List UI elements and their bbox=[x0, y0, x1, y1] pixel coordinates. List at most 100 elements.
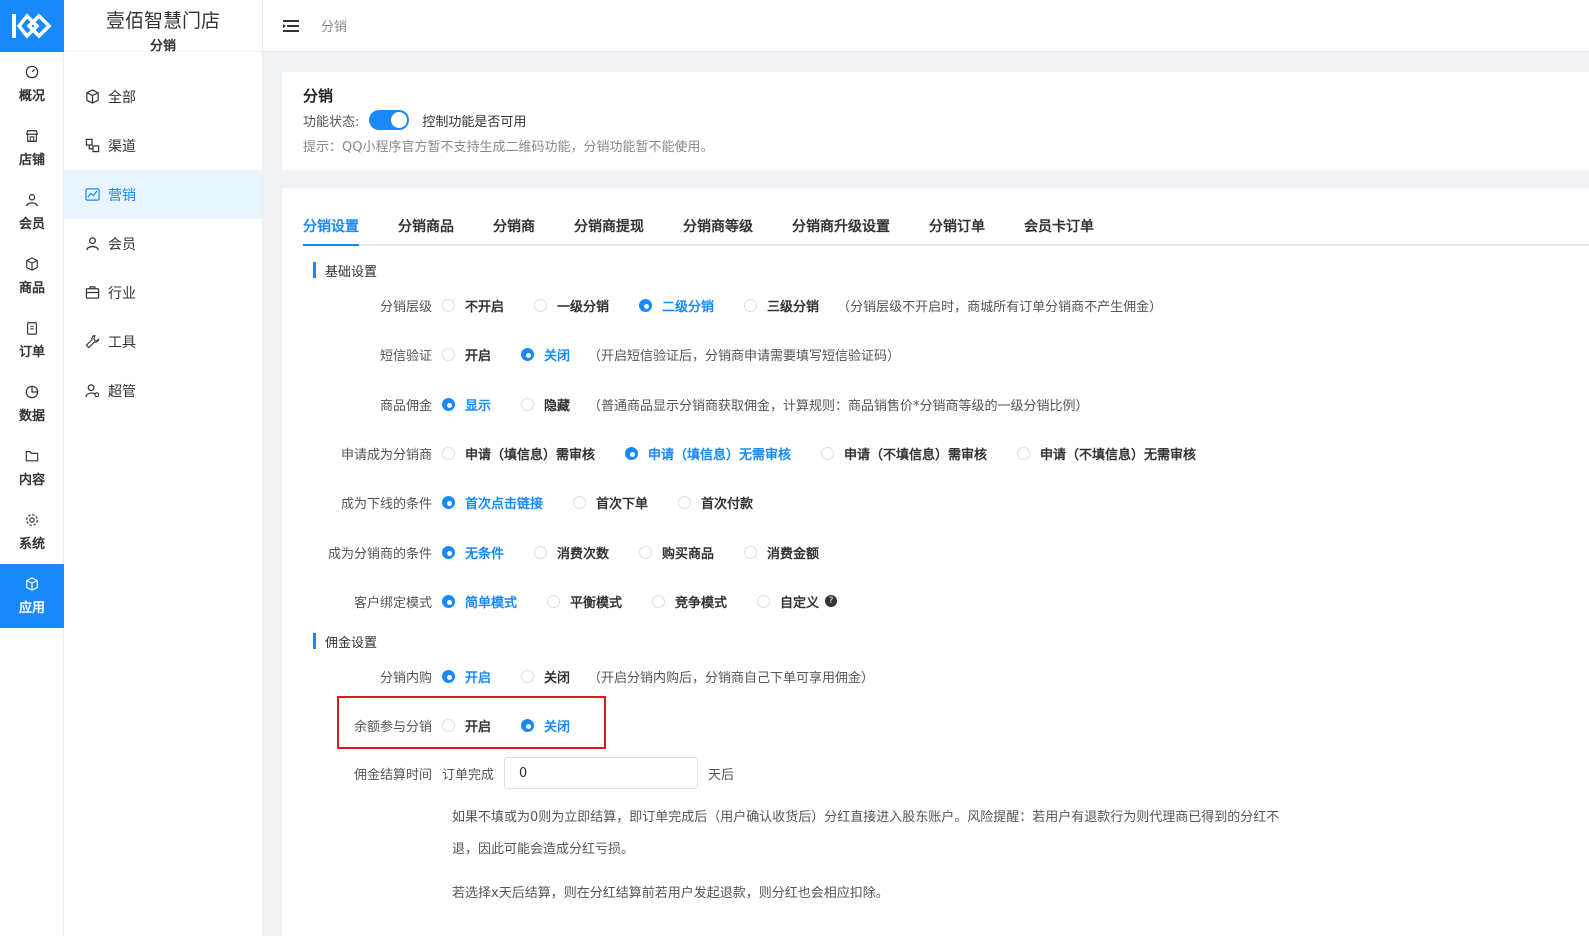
secondary-menu: 壹佰智慧门店 分销 全部渠道营销会员行业 工具 超管 bbox=[64, 0, 263, 936]
rail-item-label: 店铺 bbox=[18, 152, 45, 168]
rail-item-label: 数据 bbox=[18, 408, 45, 424]
downline-option-2[interactable]: 首次付款 bbox=[678, 493, 753, 512]
goods_commission-option-0[interactable]: 显示 bbox=[442, 395, 491, 414]
level-option-2[interactable]: 二级分销 bbox=[639, 296, 714, 315]
sms-option-1[interactable]: 关闭 bbox=[521, 345, 570, 364]
submenu-item-1[interactable]: 渠道 bbox=[64, 121, 262, 170]
downline-option-0[interactable]: 首次点击链接 bbox=[442, 493, 543, 512]
submenu-list: 全部渠道营销会员行业 工具 超管 bbox=[64, 72, 262, 415]
rail-item-label: 订单 bbox=[18, 344, 45, 360]
sms-option-0[interactable]: 开启 bbox=[442, 345, 491, 364]
submenu-item-label: 营销 bbox=[108, 187, 136, 204]
rail-item-6[interactable]: 内容 bbox=[0, 436, 64, 500]
feature-status-switch[interactable] bbox=[369, 110, 410, 130]
radio-label: 申请（不填信息）需审核 bbox=[844, 447, 988, 463]
balance-label: 余额参与分销 bbox=[353, 719, 432, 735]
become-option-2[interactable]: 购买商品 bbox=[639, 543, 714, 562]
sms-label: 短信验证 bbox=[379, 348, 432, 364]
channel-icon bbox=[85, 138, 100, 153]
clipboard-icon bbox=[27, 321, 37, 335]
shop-icon bbox=[26, 129, 38, 142]
breadcrumb[interactable]: 分销 bbox=[321, 16, 347, 35]
rail-item-5[interactable]: 数据 bbox=[0, 372, 64, 436]
submenu-item-0[interactable]: 全部 bbox=[64, 72, 262, 121]
bind-option-3[interactable]: 自定义? bbox=[757, 592, 838, 611]
box-icon bbox=[26, 256, 38, 271]
rail-item-2[interactable]: 会员 bbox=[0, 180, 64, 244]
status-label: 功能状态: bbox=[303, 114, 360, 130]
radio-dot bbox=[744, 545, 758, 559]
settle-label: 佣金结算时间 bbox=[353, 767, 432, 783]
store-name: 壹佰智慧门店 bbox=[105, 10, 220, 32]
radio-dot bbox=[652, 594, 666, 608]
apply-label: 申请成为分销商 bbox=[340, 447, 432, 463]
apply-option-1[interactable]: 申请（填信息）无需审核 bbox=[625, 444, 791, 463]
feature-hint: 提示：QQ小程序官方暂不支持生成二维码功能，分销功能暂不能使用。 bbox=[303, 140, 714, 155]
apply-option-3[interactable]: 申请（不填信息）无需审核 bbox=[1017, 444, 1196, 463]
bind-option-2[interactable]: 竞争模式 bbox=[652, 592, 727, 611]
radio-dot bbox=[442, 446, 455, 460]
submenu-item-3[interactable]: 会员 bbox=[64, 219, 262, 268]
rail-item-8[interactable]: 应用 bbox=[0, 564, 64, 628]
radio-label: 申请（不填信息）无需审核 bbox=[1040, 447, 1197, 463]
radio-label: 不开启 bbox=[465, 299, 505, 315]
bind-option-1[interactable]: 平衡模式 bbox=[547, 592, 622, 611]
radio-label: 开启 bbox=[465, 670, 492, 686]
feature-card: 分销 功能状态: 控制功能是否可用 提示：QQ小程序官方暂不支持生成二维码功能，… bbox=[282, 72, 1589, 170]
level-option-0[interactable]: 不开启 bbox=[442, 296, 504, 315]
goods_commission-option-1[interactable]: 隐藏 bbox=[521, 395, 570, 414]
rail-item-3[interactable]: 商品 bbox=[0, 244, 64, 308]
submenu-item-5[interactable]: 工具 bbox=[64, 317, 262, 366]
become-option-0[interactable]: 无条件 bbox=[442, 543, 504, 562]
icon-rail: 概况店铺会员商品订单数据内容 系统 应用 bbox=[0, 0, 64, 936]
radio-label: 关闭 bbox=[544, 719, 571, 735]
help-icon[interactable]: ? bbox=[825, 595, 838, 607]
submenu-item-label: 会员 bbox=[108, 236, 136, 253]
radio-dot bbox=[744, 298, 758, 312]
submenu-item-label: 全部 bbox=[108, 89, 136, 106]
radio-dot bbox=[757, 594, 771, 608]
bind-label: 客户绑定模式 bbox=[353, 595, 432, 611]
menu-toggle-icon[interactable] bbox=[283, 19, 299, 33]
gear-icon bbox=[26, 513, 38, 526]
logo[interactable] bbox=[0, 0, 64, 52]
radio-label: 一级分销 bbox=[557, 299, 610, 315]
chart-icon bbox=[85, 188, 100, 201]
downline-option-1[interactable]: 首次下单 bbox=[573, 493, 648, 512]
bind-option-0[interactable]: 简单模式 bbox=[442, 592, 517, 611]
briefcase-icon bbox=[85, 286, 100, 299]
self_buy-option-0[interactable]: 开启 bbox=[442, 667, 491, 686]
radio-label: 三级分销 bbox=[767, 299, 820, 315]
submenu-item-6[interactable]: 超管 bbox=[64, 366, 262, 415]
downline-label: 成为下线的条件 bbox=[340, 496, 432, 512]
rail-item-4[interactable]: 订单 bbox=[0, 308, 64, 372]
rail-item-0[interactable]: 概况 bbox=[0, 52, 64, 116]
radio-dot bbox=[442, 669, 455, 683]
submenu-item-2[interactable]: 营销 bbox=[64, 170, 262, 219]
become-option-3[interactable]: 消费金额 bbox=[744, 543, 819, 562]
radio-dot bbox=[521, 669, 535, 683]
settle-days-input[interactable]: 0 bbox=[504, 757, 699, 789]
balance-option-0[interactable]: 开启 bbox=[442, 716, 491, 735]
row-bind: 客户绑定模式 简单模式 平衡模式 竞争模式 自定义? bbox=[303, 591, 867, 611]
level-option-1[interactable]: 一级分销 bbox=[534, 296, 609, 315]
submenu-item-4[interactable]: 行业 bbox=[64, 268, 262, 317]
rail-item-1[interactable]: 店铺 bbox=[0, 116, 64, 180]
row-apply: 申请成为分销商 申请（填信息）需审核 申请（填信息）无需审核 申请（不填信息）需审核 申… bbox=[303, 443, 1226, 463]
rail-item-7[interactable]: 系统 bbox=[0, 500, 64, 564]
wrench-icon bbox=[85, 334, 100, 349]
rail-item-label: 会员 bbox=[18, 216, 45, 232]
radio-label: 自定义 bbox=[780, 595, 820, 611]
goods_commission-note: （普通商品显示分销商获取佣金，计算规则：商品销售价*分销商等级的一级分销比例） bbox=[588, 398, 1089, 414]
settings-card: 分销设置 分销商品 分销商 分销商提现 分销商等级 分销商升级设置 分销订单 会员卡订单 基础… bbox=[282, 188, 1589, 936]
apply-option-0[interactable]: 申请（填信息）需审核 bbox=[442, 444, 595, 463]
balance-option-1[interactable]: 关闭 bbox=[521, 716, 570, 735]
goods_commission-label: 商品佣金 bbox=[379, 398, 432, 414]
apply-option-2[interactable]: 申请（不填信息）需审核 bbox=[821, 444, 987, 463]
self_buy-option-1[interactable]: 关闭 bbox=[521, 667, 570, 686]
level-option-3[interactable]: 三级分销 bbox=[744, 296, 819, 315]
radio-dot bbox=[547, 594, 561, 608]
submenu-section: 分销 bbox=[149, 39, 176, 54]
radio-label: 开启 bbox=[465, 348, 492, 364]
become-option-1[interactable]: 消费次数 bbox=[534, 543, 609, 562]
